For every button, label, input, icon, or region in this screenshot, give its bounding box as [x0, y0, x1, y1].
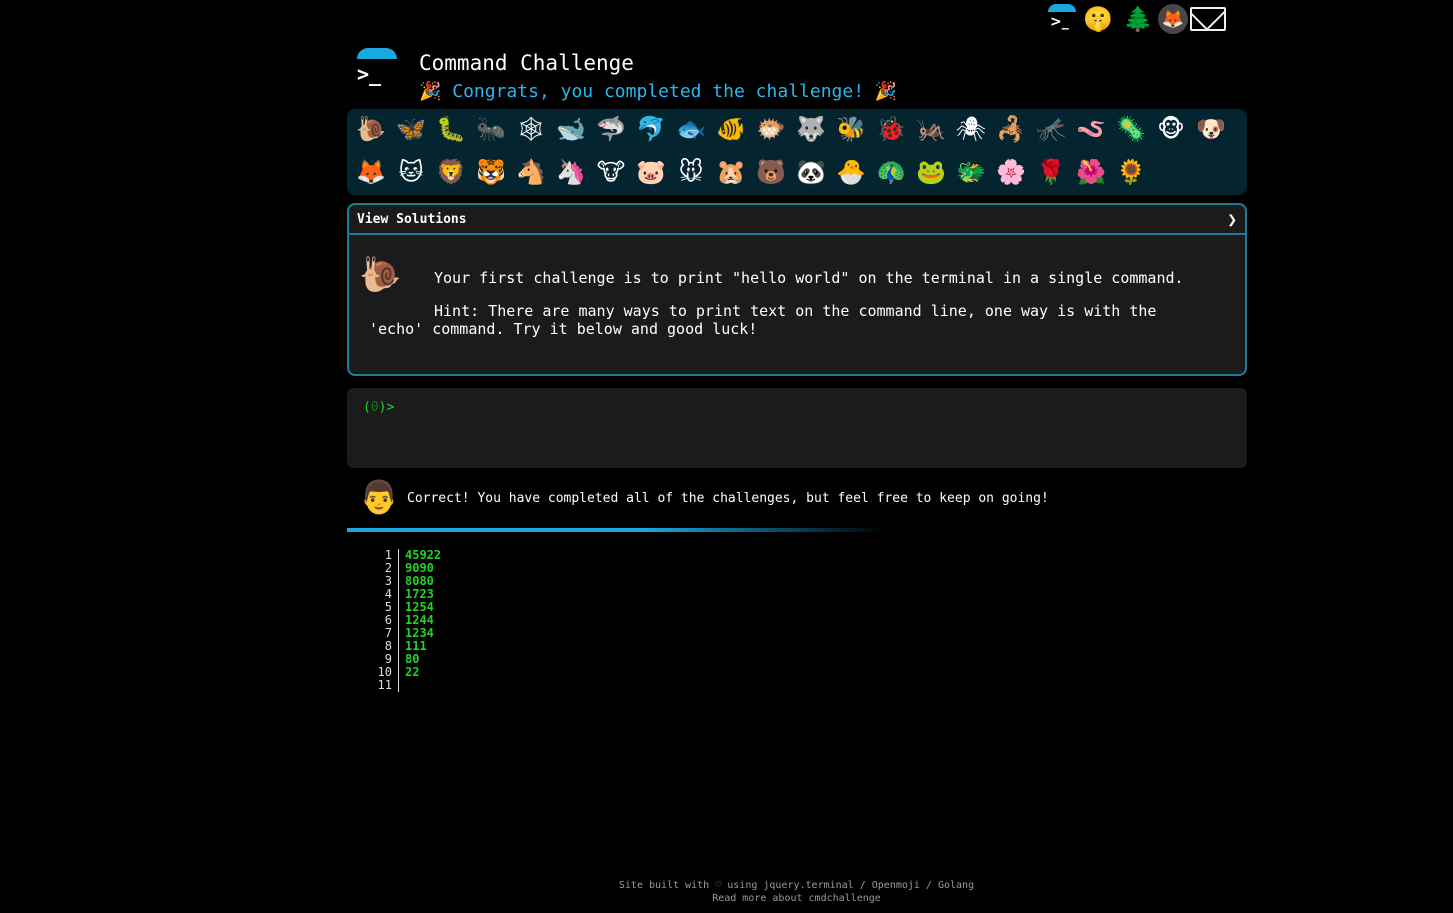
challenge-description: Your first challenge is to print "hello … — [369, 269, 1219, 353]
view-solutions-toggle[interactable]: View Solutions ❯ — [349, 205, 1245, 235]
emoji-row: 🦊 🐱 🦁 🐯 🐴 🦄 🐮 🐷 🐭 🐹 🐻 🐼 🐣 🦚 🐸 🐲 🌸 🌹 🌺 🌻 — [351, 152, 1151, 192]
challenge-emoji-icon[interactable]: 🦠 — [1111, 109, 1151, 149]
challenge-emoji-icon[interactable]: 🐲 — [951, 152, 991, 192]
chevron-right-icon[interactable]: ❯ — [1227, 210, 1237, 229]
divider — [347, 528, 887, 532]
line-number: 11 — [377, 678, 392, 692]
challenge-text: Your first challenge is to print "hello … — [434, 269, 1184, 287]
challenge-emoji-icon[interactable]: 🐋 — [551, 109, 591, 149]
output-value: 22 — [405, 665, 420, 679]
challenge-emoji-icon[interactable]: 🐛 — [431, 109, 471, 149]
challenge-emoji-icon[interactable]: 🐜 — [471, 109, 511, 149]
terminal[interactable]: (0)> — [347, 388, 1247, 468]
hint-text: Hint: There are many ways to print text … — [369, 302, 1157, 338]
footer-credits[interactable]: Site built with ♡ using jquery.terminal … — [0, 879, 1453, 892]
challenge-emoji-icon[interactable]: 🐻 — [751, 152, 791, 192]
challenge-emoji-icon[interactable]: 🦚 — [871, 152, 911, 192]
challenge-emoji-icon[interactable]: 🐡 — [751, 109, 791, 149]
challenge-emoji-icon[interactable]: 🐷 — [631, 152, 671, 192]
challenge-emoji-icon[interactable]: 🐬 — [631, 109, 671, 149]
challenge-emoji-icon[interactable]: 🌻 — [1111, 152, 1151, 192]
header: >_ Command Challenge 🎉 Congrats, you com… — [355, 46, 1245, 106]
footer-about-link[interactable]: Read more about cmdchallenge — [0, 892, 1453, 905]
top-links: >_ 🤫 🌲 🦊 — [1048, 0, 1248, 38]
result-text: Correct! You have completed all of the c… — [407, 491, 1049, 506]
challenge-emoji-icon[interactable]: 🐴 — [511, 152, 551, 192]
challenge-emoji-icon[interactable]: 🦄 — [551, 152, 591, 192]
challenge-emoji-icon[interactable]: 🐠 — [711, 109, 751, 149]
result-message: 👨 Correct! You have completed all of the… — [347, 478, 1247, 528]
challenge-emoji-icon[interactable]: 🐝 — [831, 109, 871, 149]
page-title: Command Challenge — [419, 51, 634, 75]
challenge-emoji-icon[interactable]: 🐺 — [791, 109, 831, 149]
challenge-emoji-icon[interactable]: 🦈 — [591, 109, 631, 149]
congrats-message: 🎉 Congrats, you completed the challenge!… — [419, 81, 898, 102]
gitlab-icon[interactable]: 🦊 — [1158, 4, 1188, 34]
challenge-emoji-icon[interactable]: 🦁 — [431, 152, 471, 192]
challenge-emoji-icon[interactable]: 🐶 — [1191, 109, 1231, 149]
challenge-emoji-icon[interactable]: 🦂 — [991, 109, 1031, 149]
challenge-emoji-icon[interactable]: 🦟 — [1031, 109, 1071, 149]
challenge-emoji-icon[interactable]: 🌸 — [991, 152, 1031, 192]
challenge-emoji-icon[interactable]: 🐸 — [911, 152, 951, 192]
challenge-emoji-icon[interactable]: 🐯 — [471, 152, 511, 192]
tree-icon[interactable]: 🌲 — [1118, 1, 1158, 37]
line-numbers: 1 2 3 4 5 6 7 8 9 10 11 — [360, 549, 399, 692]
logo-icon: >_ — [355, 46, 399, 90]
challenge-emoji-icon[interactable]: 🕸 — [511, 109, 551, 149]
solutions-panel: View Solutions ❯ 🐌 Your first challenge … — [347, 203, 1247, 376]
terminal-prompt[interactable]: (0)> — [363, 400, 394, 415]
challenge-emoji-icon[interactable]: 🐼 — [791, 152, 831, 192]
mail-icon[interactable] — [1188, 1, 1228, 37]
challenge-emoji-icon[interactable]: 🐌 — [351, 109, 391, 149]
challenge-emoji-icon[interactable]: 🪱 — [1071, 109, 1111, 149]
challenge-emoji-icon[interactable]: 🐞 — [871, 109, 911, 149]
challenge-emoji-icon[interactable]: 🐱 — [391, 152, 431, 192]
person-icon: 👨 — [359, 478, 399, 516]
challenge-emoji-icon[interactable]: 🐮 — [591, 152, 631, 192]
challenge-emoji-icon[interactable]: 🐵 — [1151, 109, 1191, 149]
challenge-emoji-icon[interactable]: 🐭 — [671, 152, 711, 192]
challenge-emoji-icon[interactable]: 🐟 — [671, 109, 711, 149]
challenge-emoji-icon[interactable]: 🐹 — [711, 152, 751, 192]
challenge-emoji-icon[interactable]: 🦊 — [351, 152, 391, 192]
emoji-row: 🐌 🦋 🐛 🐜 🕸 🐋 🦈 🐬 🐟 🐠 🐡 🐺 🐝 🐞 🦗 🕷 🦂 🦟 🪱 🦠 🐵 🐶 — [351, 109, 1231, 149]
challenge-emoji-icon[interactable]: 🕷 — [951, 109, 991, 149]
challenge-emoji-icon[interactable]: 🦗 — [911, 109, 951, 149]
cmdchallenge-logo-icon[interactable]: >_ — [1048, 4, 1078, 34]
output-value — [405, 679, 441, 692]
challenge-emoji-icon[interactable]: 🌹 — [1031, 152, 1071, 192]
view-solutions-label: View Solutions — [357, 211, 467, 227]
challenge-emoji-grid: 🐌 🦋 🐛 🐜 🕸 🐋 🦈 🐬 🐟 🐠 🐡 🐺 🐝 🐞 🦗 🕷 🦂 🦟 🪱 🦠 🐵 🐶 🦊 🐱 🦁 🐯 🐴 🦄 🐮 🐷 🐭 🐹 🐻 🐼 🐣 🦚 🐸 🐲 🌸… — [347, 109, 1247, 195]
footer: Site built with ♡ using jquery.terminal … — [0, 879, 1453, 905]
challenge-emoji-icon[interactable]: 🌺 — [1071, 152, 1111, 192]
output-listing: 1 2 3 4 5 6 7 8 9 10 11 45922 9090 8080 1723 1254 1244 1… — [360, 549, 441, 692]
shushing-face-icon[interactable]: 🤫 — [1078, 1, 1118, 37]
exit-status: 0 — [370, 400, 379, 415]
challenge-emoji-icon[interactable]: 🐣 — [831, 152, 871, 192]
output-values: 45922 9090 8080 1723 1254 1244 1234 111 80 22 — [399, 549, 441, 692]
challenge-emoji-icon[interactable]: 🦋 — [391, 109, 431, 149]
